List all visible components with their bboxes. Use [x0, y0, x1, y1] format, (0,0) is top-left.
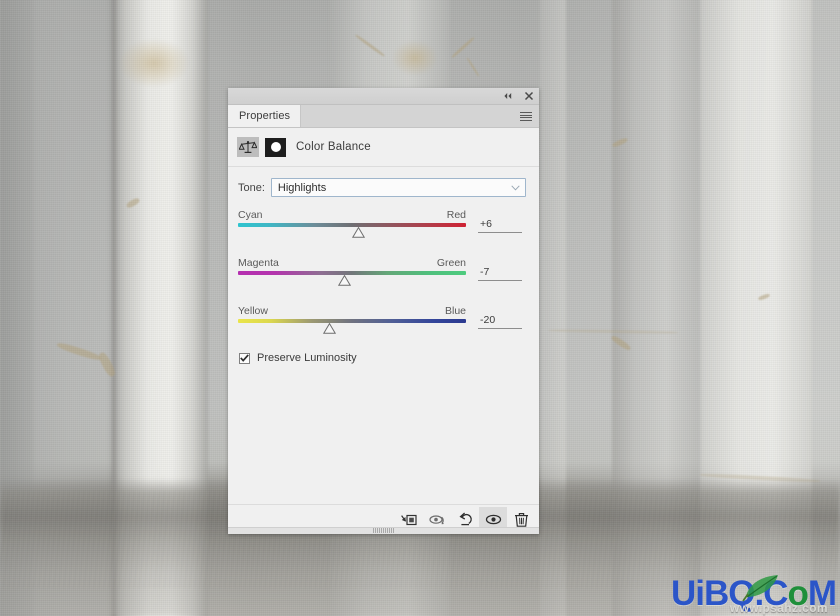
slider-cyan-red-value[interactable]: +6	[478, 218, 522, 233]
panel-tab-bar: Properties	[228, 105, 539, 128]
tone-dropdown[interactable]: Highlights	[270, 178, 526, 197]
tone-label: Tone:	[238, 181, 265, 194]
color-balance-scales-icon[interactable]	[237, 137, 259, 157]
slider-cyan-red-left-label: Cyan	[238, 209, 263, 221]
foliage-blob-upper	[392, 40, 438, 76]
slider-magenta-green: Magenta Green -7	[238, 257, 529, 291]
panel-content: Color Balance Tone: Highlights Cyan Red …	[228, 128, 539, 534]
slider-yellow-blue-right-label: Blue	[444, 305, 466, 317]
slider-cyan-red-right-label: Red	[446, 209, 466, 221]
slider-yellow-blue-track[interactable]	[238, 319, 466, 334]
tab-properties-label: Properties	[239, 110, 291, 122]
slider-cyan-red-thumb[interactable]	[352, 226, 366, 238]
tone-selected-value: Highlights	[277, 181, 327, 194]
slider-magenta-green-right-label: Green	[436, 257, 466, 269]
slider-cyan-red: Cyan Red +6	[238, 209, 529, 243]
color-balance-sliders: Cyan Red +6 Magenta Green -7 Yellow Blue…	[228, 197, 539, 339]
slider-magenta-green-labels: Magenta Green	[238, 257, 466, 269]
slider-yellow-blue-value[interactable]: -20	[478, 314, 522, 329]
preserve-luminosity-checkbox[interactable]	[239, 352, 250, 364]
slider-yellow-blue-left-label: Yellow	[238, 305, 268, 317]
slider-yellow-blue-labels: Yellow Blue	[238, 305, 466, 317]
panel-window-controls	[502, 90, 535, 102]
tab-bar-empty-space	[301, 105, 539, 127]
screenshot-root: Properties Color Balance Tone: Highlight…	[0, 0, 840, 616]
slider-cyan-red-track[interactable]	[238, 223, 466, 238]
slider-cyan-red-labels: Cyan Red	[238, 209, 466, 221]
tone-row: Tone: Highlights	[228, 167, 539, 197]
collapse-icon[interactable]	[502, 90, 514, 102]
panel-resize-grip[interactable]	[372, 528, 395, 533]
mask-dot	[270, 142, 281, 152]
properties-panel: Properties Color Balance Tone: Highlight…	[228, 88, 539, 534]
tab-properties[interactable]: Properties	[228, 105, 302, 127]
hamburger-menu-icon[interactable]	[520, 112, 532, 121]
slider-yellow-blue: Yellow Blue -20	[238, 305, 529, 339]
slider-yellow-blue-thumb[interactable]	[322, 322, 336, 334]
layer-mask-thumbnail[interactable]	[265, 137, 286, 157]
slider-magenta-green-left-label: Magenta	[238, 257, 279, 269]
watermark: UiBQ.CoM www.psahz.com	[670, 574, 837, 614]
slider-magenta-green-track[interactable]	[238, 271, 466, 286]
slider-magenta-green-value[interactable]: -7	[478, 266, 522, 281]
adjustment-title: Color Balance	[296, 141, 371, 153]
panel-titlebar	[228, 88, 539, 105]
chevron-down-icon	[511, 182, 520, 194]
preserve-luminosity-label: Preserve Luminosity	[257, 352, 357, 364]
adjustment-header: Color Balance	[228, 128, 539, 167]
preserve-luminosity-row: Preserve Luminosity	[228, 352, 539, 364]
watermark-part-1: UiB	[670, 574, 729, 613]
close-icon[interactable]	[523, 90, 535, 102]
slider-magenta-green-thumb[interactable]	[337, 274, 351, 286]
foliage-blob-top	[118, 38, 190, 88]
